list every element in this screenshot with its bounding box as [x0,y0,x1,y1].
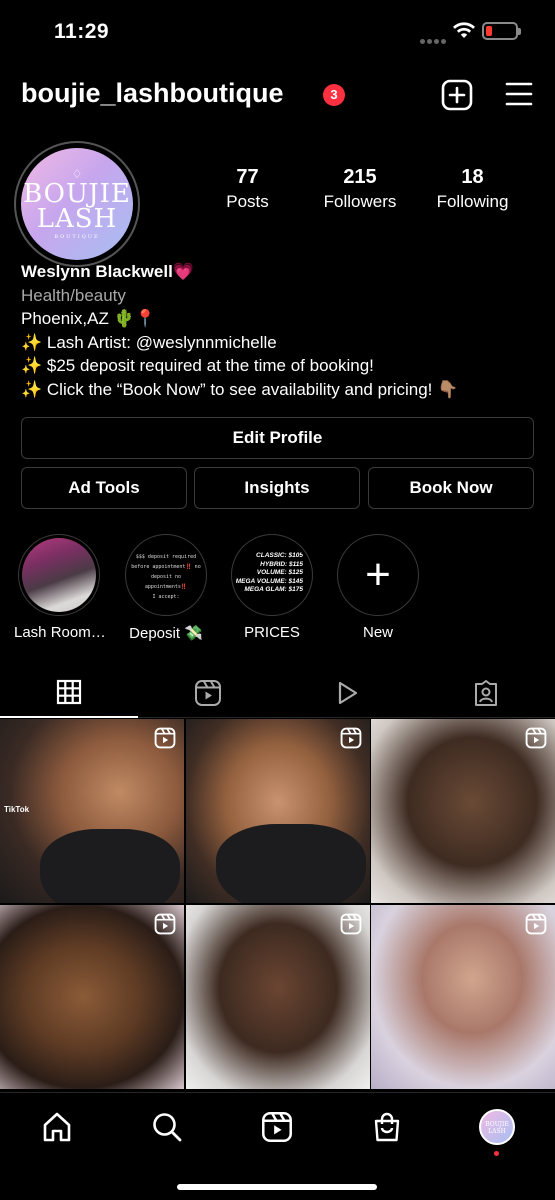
tab-reels[interactable] [139,668,277,718]
highlight-cover: $$$ deposit required before appointment‼… [129,538,203,612]
home-icon [43,1112,71,1142]
shopping-bag-icon [374,1112,400,1142]
tagged-person-icon [475,680,497,706]
search-icon [153,1113,182,1142]
reel-badge-icon [154,913,176,935]
nav-reels[interactable] [257,1107,297,1147]
profile-tabs [0,668,555,718]
grid-post[interactable] [371,905,555,1089]
insights-button[interactable]: Insights [194,467,360,509]
avatar: BOUJIE LASH [479,1109,515,1145]
notification-badge[interactable]: 3 [323,84,345,106]
ad-tools-button[interactable]: Ad Tools [21,467,187,509]
home-indicator [177,1184,377,1190]
menu-button[interactable] [505,81,533,112]
profile-bio: Weslynn Blackwell💗 Health/beauty Phoenix… [21,260,541,401]
avatar-logo: ♢ BOUJIE LASH BOUTIQUE [21,148,133,260]
reels-icon [262,1112,292,1142]
edit-profile-button[interactable]: Edit Profile [21,417,534,459]
profile-category: Health/beauty [21,285,126,305]
tab-videos[interactable] [278,668,416,718]
battery-icon [482,22,521,40]
profile-stats: 77 Posts 215 Followers 18 Following [200,166,520,212]
nav-shop[interactable] [367,1107,407,1147]
bio-line: ✨ Click the “Book Now” to see availabili… [21,379,459,399]
status-bar: 11:29 [0,0,555,62]
tiktok-watermark: TikTok [4,805,30,814]
grid-post[interactable]: TikTok [0,719,184,903]
nav-profile[interactable]: BOUJIE LASH [477,1107,517,1147]
tab-tagged[interactable] [417,668,555,718]
reel-badge-icon [340,913,361,935]
reels-icon [195,680,221,706]
highlight-new[interactable]: + New [333,534,423,641]
plus-icon: + [365,550,391,599]
highlight-prices[interactable]: CLASSIC: $105 HYBRID: $115 VOLUME: $125 … [227,534,317,641]
book-now-button[interactable]: Book Now [368,467,534,509]
status-time: 11:29 [54,20,110,43]
grid-post[interactable] [185,719,370,903]
reel-badge-icon [525,913,547,935]
nav-search[interactable] [147,1107,187,1147]
grid-icon [56,679,82,705]
grid-post[interactable] [371,719,555,903]
posts-grid: TikTok [0,719,555,1089]
hamburger-icon [505,82,533,106]
highlight-cover [22,538,96,612]
tab-posts[interactable] [0,668,138,718]
highlight-cover: CLASSIC: $105 HYBRID: $115 VOLUME: $125 … [235,538,309,612]
profile-activity-dot [494,1151,499,1156]
highlight-deposit[interactable]: $$$ deposit required before appointment‼… [121,534,211,642]
create-post-button[interactable] [441,79,473,116]
profile-avatar[interactable]: ♢ BOUJIE LASH BOUTIQUE [14,141,140,267]
play-icon [338,681,358,705]
reel-badge-icon [154,727,176,749]
stat-followers[interactable]: 215 Followers [313,166,408,212]
bio-line: ✨ $25 deposit required at the time of bo… [21,356,374,375]
highlight-lash-room[interactable]: Lash Room… [14,534,106,641]
bio-line: ✨ Lash Artist: @weslynnmichelle [21,332,277,352]
nav-home[interactable] [37,1107,77,1147]
display-name: Weslynn Blackwell💗 [21,262,194,281]
bio-line: Phoenix,AZ 🌵📍 [21,309,156,328]
plus-square-icon [441,79,473,111]
username-title[interactable]: boujie_lashboutique [21,78,284,109]
grid-post[interactable] [185,905,370,1089]
grid-post[interactable] [0,905,184,1089]
stat-following[interactable]: 18 Following [425,166,520,212]
profile-header: boujie_lashboutique 3 [21,76,535,114]
reel-badge-icon [525,727,547,749]
wifi-icon [452,20,476,45]
reel-badge-icon [340,727,361,749]
signal-icon [420,31,448,49]
stat-posts[interactable]: 77 Posts [200,166,295,212]
